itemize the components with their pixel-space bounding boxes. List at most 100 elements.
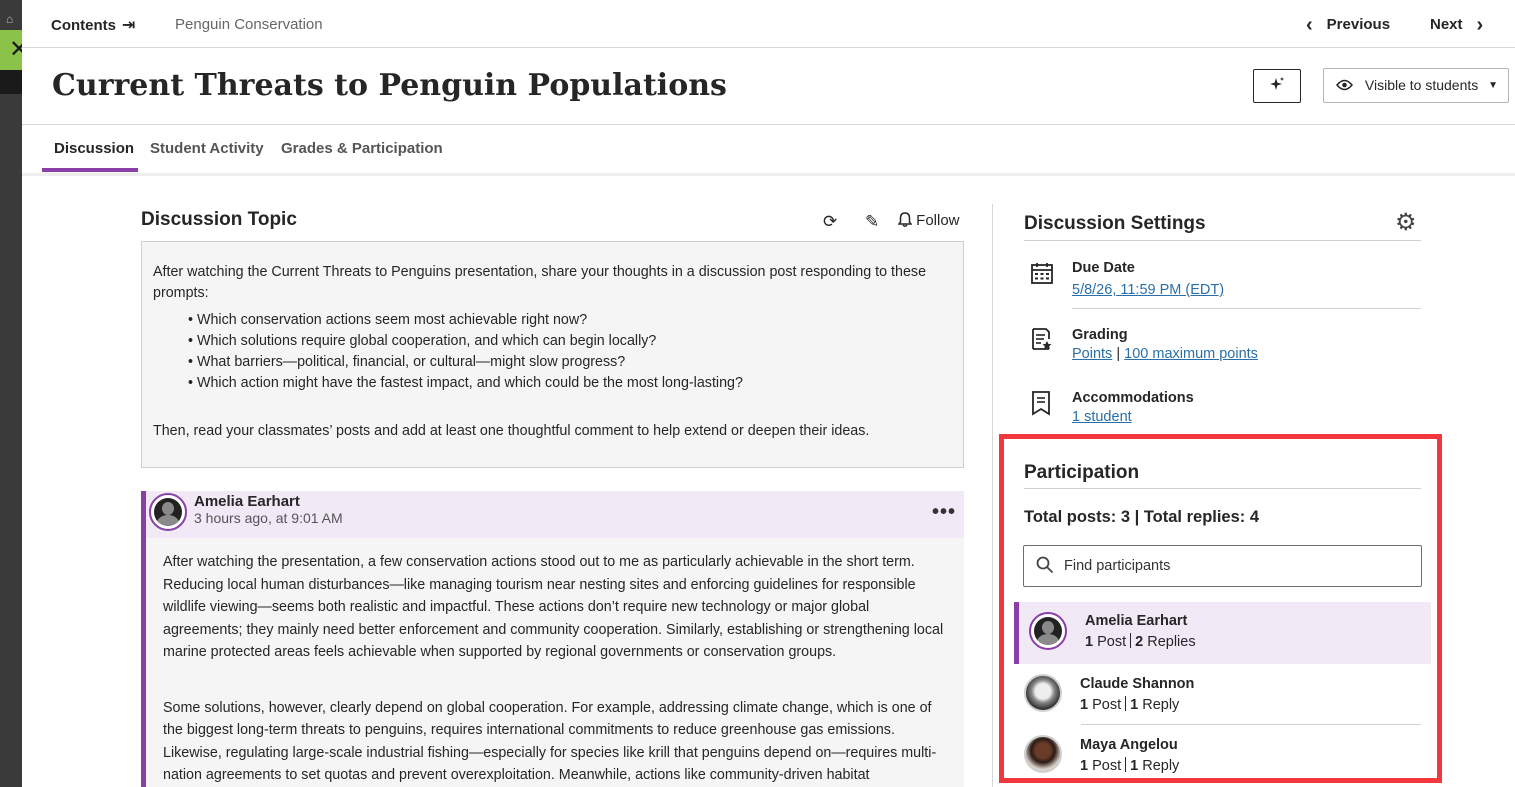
tab-grades-participation[interactable]: Grades & Participation — [281, 140, 443, 157]
avatar — [1024, 735, 1062, 773]
due-date-label: Due Date — [1072, 260, 1135, 276]
participation-heading: Participation — [1024, 462, 1140, 483]
prompt-bullet: Which conservation actions seem most ach… — [188, 310, 952, 331]
post-count: 1 — [1085, 634, 1094, 650]
avatar[interactable] — [149, 493, 187, 531]
participant-name: Maya Angelou — [1080, 737, 1178, 753]
tabs-divider — [22, 173, 1515, 176]
accommodations-label: Accommodations — [1072, 390, 1194, 406]
discussion-topic-heading: Discussion Topic — [141, 209, 297, 230]
bell-icon — [897, 212, 913, 227]
grading-label: Grading — [1072, 327, 1128, 343]
prompt-outro: Then, read your classmates’ posts and ad… — [153, 423, 870, 439]
breadcrumb[interactable]: Penguin Conservation — [175, 16, 323, 33]
participation-divider — [1024, 488, 1421, 489]
post-header: Amelia Earhart 3 hours ago, at 9:01 AM •… — [146, 491, 964, 538]
participant-stats: 1 Post 1 Reply — [1080, 696, 1179, 713]
post-count: 1 — [1080, 697, 1089, 713]
edit-pencil-icon[interactable]: ✎ — [865, 212, 879, 232]
post-timestamp: 3 hours ago, at 9:01 AM — [194, 510, 343, 526]
participant-stats: 1 Post 2 Replies — [1085, 633, 1196, 650]
gear-icon[interactable]: ⚙ — [1395, 208, 1417, 237]
discussion-prompt: After watching the Current Threats to Pe… — [141, 241, 964, 468]
tab-discussion[interactable]: Discussion — [54, 140, 134, 157]
refresh-icon[interactable]: ⟳ — [823, 212, 837, 232]
prompt-intro: After watching the Current Threats to Pe… — [153, 264, 927, 301]
active-tab-indicator — [42, 168, 138, 172]
eye-icon — [1336, 77, 1357, 93]
participant-name: Amelia Earhart — [1085, 613, 1188, 629]
previous-label: Previous — [1326, 16, 1391, 33]
avatar — [1024, 674, 1062, 712]
reply-count-label: Reply — [1142, 697, 1180, 713]
search-icon — [1036, 556, 1054, 579]
grading-separator: | — [1116, 346, 1121, 362]
reply-count-label: Replies — [1147, 634, 1196, 650]
sidebar-dark-bar — [0, 66, 22, 94]
accommodations-link[interactable]: 1 student — [1072, 409, 1132, 425]
reply-count: 2 — [1135, 634, 1144, 650]
tab-student-activity[interactable]: Student Activity — [150, 140, 264, 157]
due-date-link[interactable]: 5/8/26, 11:59 PM (EDT) — [1072, 282, 1224, 298]
reply-count: 1 — [1130, 697, 1139, 713]
participation-totals: Total posts: 3 | Total replies: 4 — [1024, 508, 1260, 526]
settings-divider — [1072, 308, 1421, 309]
discussion-post: Amelia Earhart 3 hours ago, at 9:01 AM •… — [141, 491, 964, 787]
top-navigation: Contents ⇥ Penguin Conservation ‹ Previous… — [22, 0, 1515, 48]
prompt-bullet: Which solutions require global cooperati… — [188, 331, 952, 352]
grading-type-link[interactable]: Points — [1072, 346, 1112, 362]
participant-item[interactable]: Maya Angelou 1 Post 1 Reply — [1014, 725, 1431, 787]
post-count-label: Post — [1097, 634, 1127, 650]
visibility-label: Visible to students — [1364, 77, 1479, 93]
follow-button[interactable]: Follow — [897, 212, 960, 229]
contents-link[interactable]: Contents ⇥ — [51, 15, 135, 35]
default-user-icon — [154, 498, 182, 526]
caret-down-icon: ▼ — [1488, 80, 1498, 91]
content-panel: Contents ⇥ Penguin Conservation ‹ Previous… — [22, 0, 1515, 787]
chevron-right-icon: › — [1476, 14, 1484, 36]
avatar — [1029, 612, 1067, 650]
previous-button[interactable]: ‹ Previous — [1306, 14, 1390, 37]
post-paragraph: After watching the presentation, a few c… — [163, 554, 944, 660]
home-icon[interactable]: ⌂ — [6, 12, 20, 26]
prompt-list: Which conservation actions seem most ach… — [188, 310, 952, 394]
bookmark-icon — [1030, 390, 1052, 422]
visibility-dropdown[interactable]: Visible to students ▼ — [1323, 68, 1509, 103]
post-body: After watching the presentation, a few c… — [146, 538, 964, 787]
participant-search — [1023, 545, 1422, 587]
title-divider — [22, 124, 1515, 125]
reply-count-label: Reply — [1142, 758, 1180, 774]
contents-label: Contents — [51, 17, 116, 34]
max-points-link[interactable]: 100 maximum points — [1124, 346, 1258, 362]
next-button[interactable]: Next › — [1430, 14, 1483, 37]
reply-count: 1 — [1130, 758, 1139, 774]
post-author[interactable]: Amelia Earhart — [194, 493, 300, 510]
participant-stats: 1 Post 1 Reply — [1080, 757, 1179, 774]
settings-divider — [1024, 240, 1421, 241]
default-user-icon — [1034, 617, 1062, 645]
follow-label: Follow — [916, 212, 960, 229]
post-count-label: Post — [1092, 697, 1122, 713]
participant-item[interactable]: Claude Shannon 1 Post 1 Reply — [1014, 664, 1431, 726]
ai-assist-button[interactable] — [1253, 69, 1301, 103]
more-options-icon[interactable]: ••• — [932, 501, 956, 524]
post-count: 1 — [1080, 758, 1089, 774]
column-divider — [992, 204, 993, 787]
participant-item[interactable]: Amelia Earhart 1 Post 2 Replies — [1014, 602, 1431, 664]
prompt-bullet: Which action might have the fastest impa… — [188, 373, 952, 394]
chevron-left-icon: ‹ — [1306, 14, 1313, 36]
post-paragraph: Some solutions, however, clearly depend … — [163, 699, 937, 784]
arrow-to-bar-icon: ⇥ — [122, 17, 136, 34]
left-sidebar-strip: ⌂ — [0, 0, 22, 787]
next-label: Next — [1430, 16, 1463, 33]
grading-values: Points | 100 maximum points — [1072, 346, 1258, 362]
page-title: Current Threats to Penguin Populations — [52, 68, 727, 103]
prompt-bullet: What barriers—political, financial, or c… — [188, 352, 952, 373]
discussion-settings-heading: Discussion Settings — [1024, 213, 1206, 234]
grading-icon — [1030, 327, 1054, 359]
calendar-icon — [1030, 261, 1054, 291]
post-count-label: Post — [1092, 758, 1122, 774]
sparkle-icon — [1270, 77, 1284, 90]
participant-name: Claude Shannon — [1080, 676, 1195, 692]
search-input[interactable] — [1064, 554, 1404, 578]
